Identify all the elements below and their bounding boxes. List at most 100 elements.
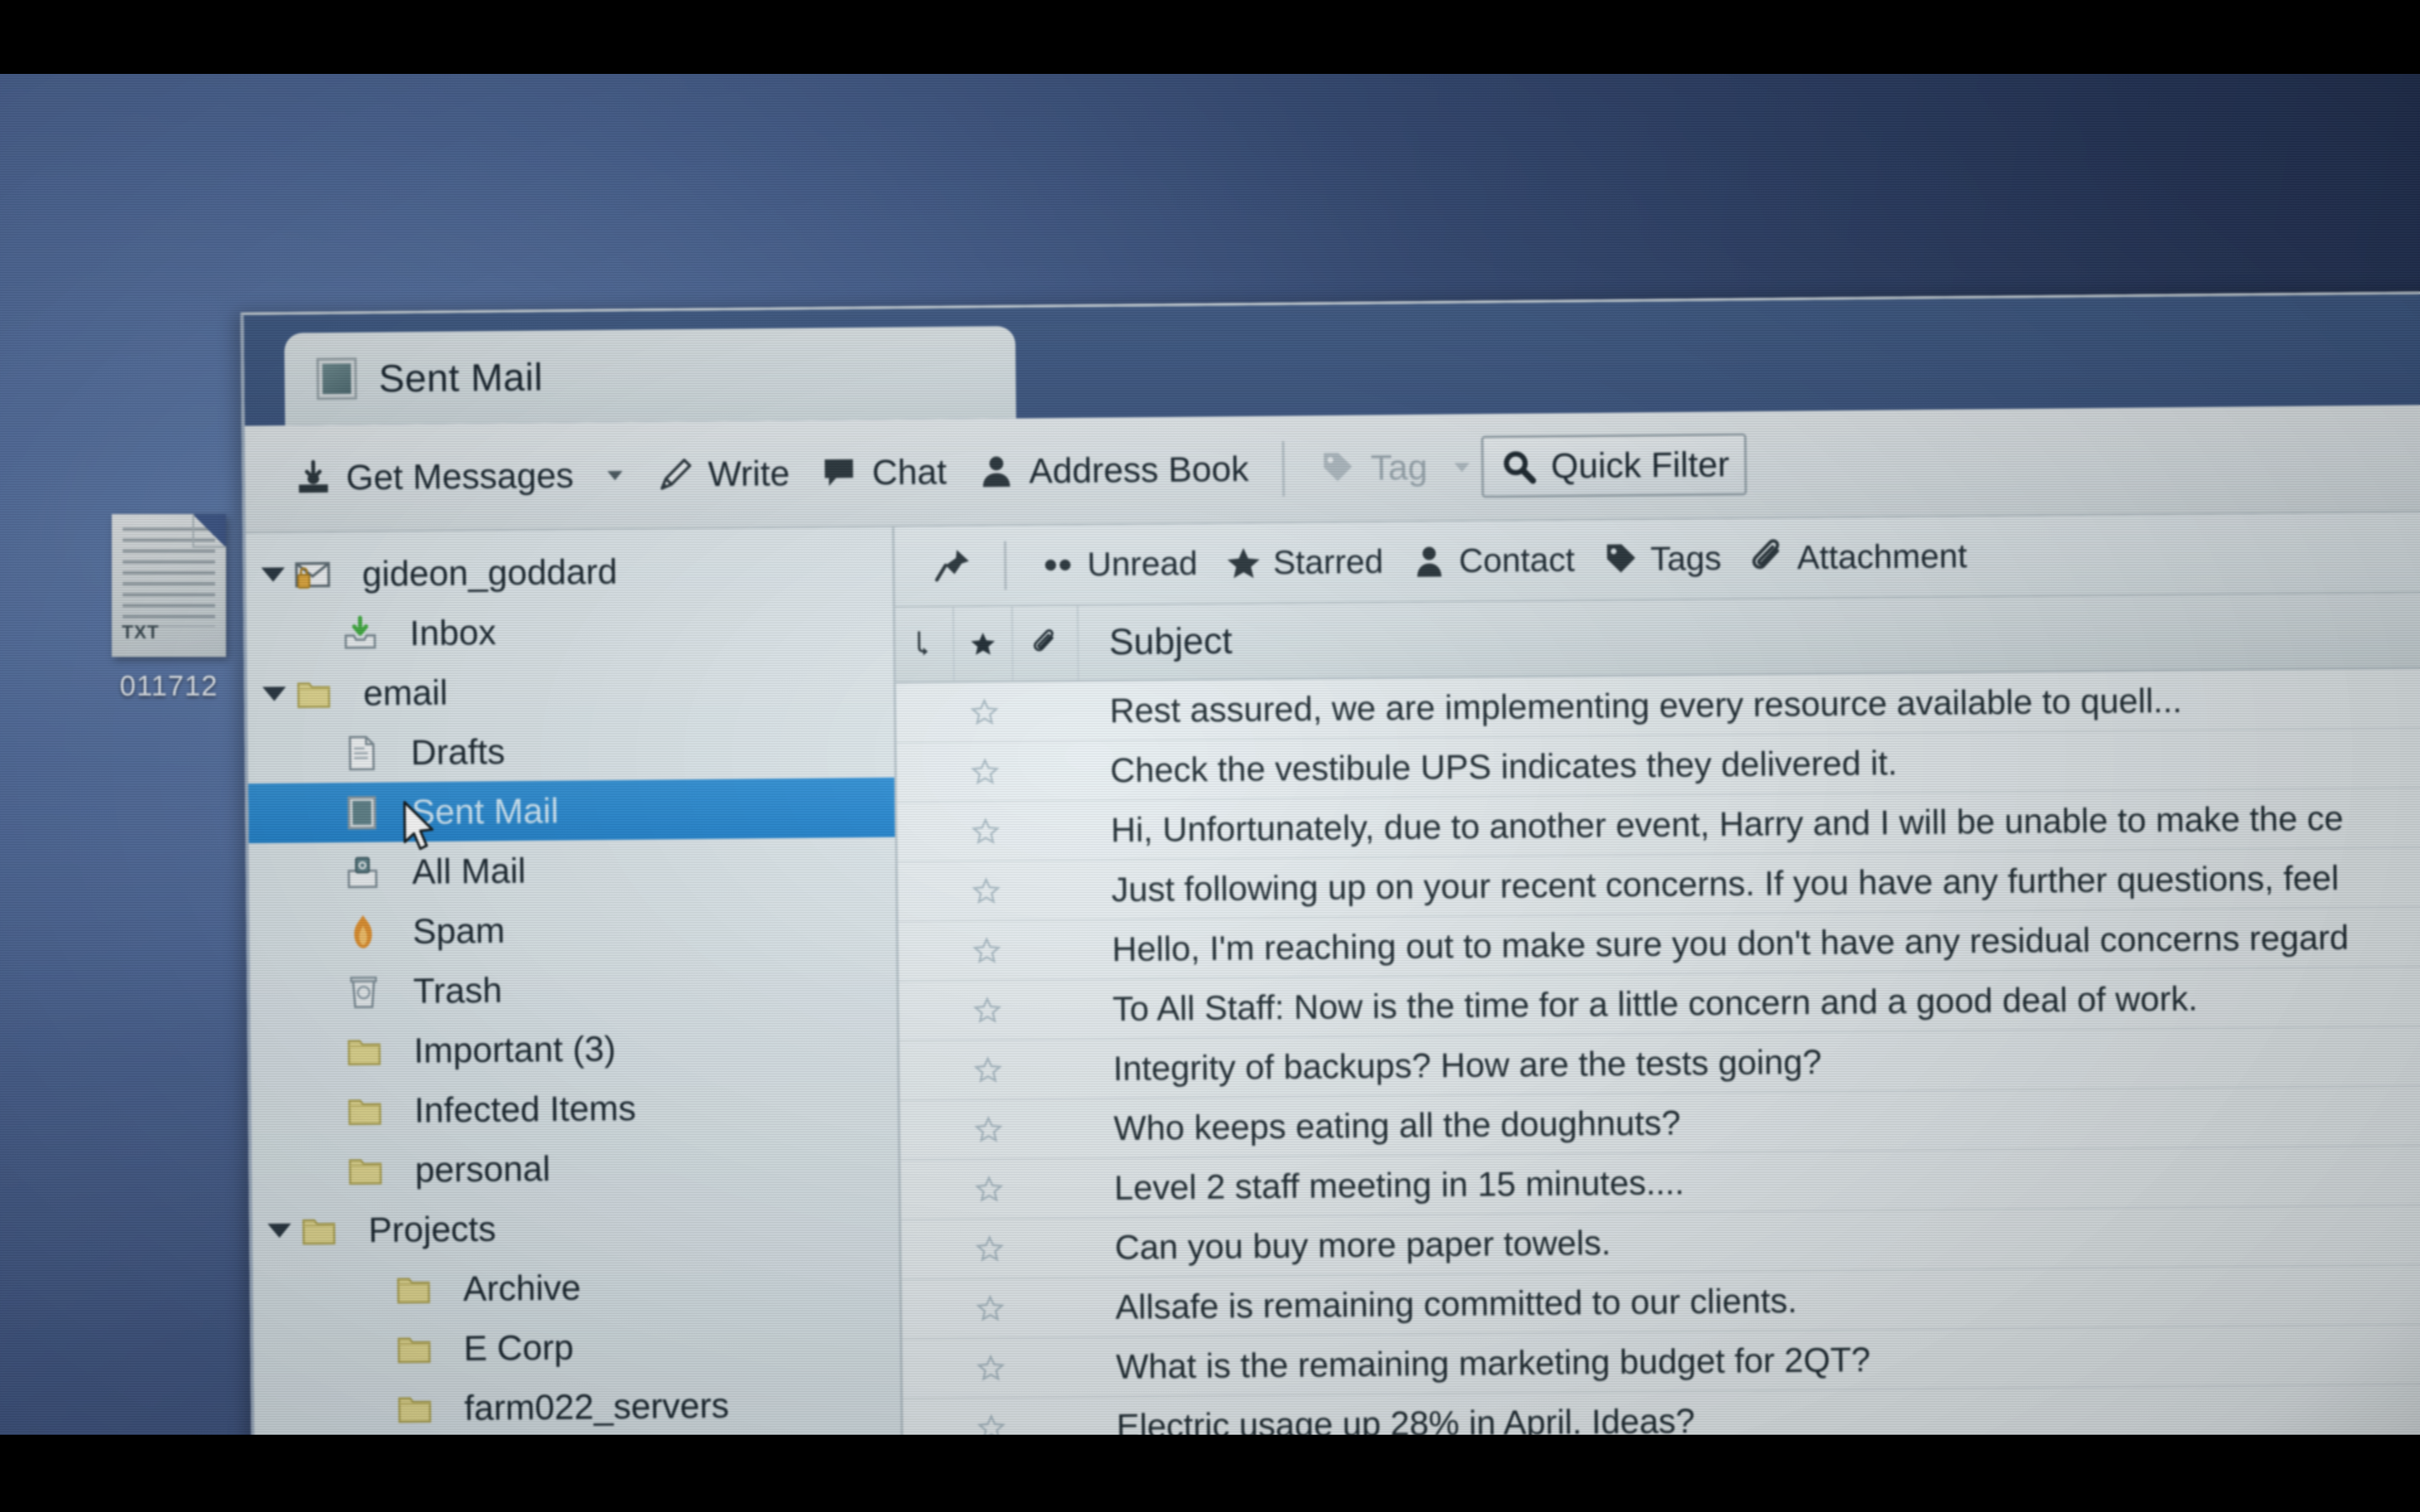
paperclip-icon [1752, 538, 1779, 570]
message-thread-cell [902, 1368, 961, 1369]
filter-tags[interactable]: Tags [1588, 534, 1735, 585]
message-attachment-cell [1018, 1188, 1084, 1189]
tag-button[interactable]: Tag [1303, 438, 1443, 497]
column-thread[interactable] [895, 606, 955, 682]
folder-label: gideon_goddard [361, 551, 618, 594]
folder-row-projects[interactable]: Projects [252, 1195, 899, 1261]
folder-label: E Corp [463, 1326, 574, 1368]
folder-label: Archive [462, 1267, 581, 1309]
folder-row-infected-items[interactable]: Infected Items [251, 1076, 898, 1142]
pin-filter-button[interactable] [920, 542, 986, 591]
twisty-expanded-icon[interactable] [260, 567, 286, 582]
quick-filter-divider [1003, 541, 1007, 591]
person-icon [982, 456, 1010, 487]
filter-unread[interactable]: Unread [1025, 539, 1212, 590]
twisty-placeholder [363, 1401, 387, 1415]
filter-attachment[interactable]: Attachment [1734, 532, 1981, 583]
folder-row-email[interactable]: email [247, 659, 894, 724]
twisty-expanded-icon[interactable] [262, 686, 287, 701]
message-star-toggle[interactable] [957, 936, 1016, 965]
message-star-toggle[interactable] [955, 757, 1014, 786]
folder-icon-wrap [395, 1329, 449, 1368]
folder-row-all-mail[interactable]: All Mail [249, 837, 896, 903]
message-attachment-cell [1020, 1367, 1086, 1368]
folder-row-important-3[interactable]: Important (3) [250, 1016, 897, 1082]
message-star-toggle[interactable] [960, 1174, 1018, 1204]
folder-icon-wrap [294, 674, 348, 713]
window-content: gideon_goddard Inbox email Drafts Sent Mail A… [245, 511, 2420, 1440]
folder-pane[interactable]: gideon_goddard Inbox email Drafts Sent Mail A… [245, 527, 904, 1440]
message-star-toggle[interactable] [955, 697, 1013, 727]
star-icon [974, 1116, 1003, 1142]
folder-row-archive[interactable]: Archive [253, 1255, 900, 1320]
folder-row-farm022-servers[interactable]: farm022_servers [254, 1374, 901, 1440]
twisty-expanded-icon[interactable] [267, 1223, 292, 1238]
filter-contact[interactable]: Contact [1397, 536, 1588, 586]
message-star-toggle[interactable] [956, 876, 1015, 906]
twisty-placeholder [311, 806, 334, 820]
message-thread-cell [900, 1130, 959, 1131]
column-attachment[interactable] [1013, 606, 1080, 681]
message-star-toggle[interactable] [960, 1294, 1019, 1323]
message-subject: What is the remaining marketing budget f… [1115, 1339, 1871, 1386]
address-book-label: Address Book [1028, 449, 1249, 491]
message-star-toggle[interactable] [960, 1234, 1019, 1263]
desktop-icon-011712[interactable]: TXT 011712 [72, 514, 266, 703]
filter-contact-label: Contact [1459, 541, 1576, 580]
twisty-placeholder [313, 1044, 336, 1058]
message-star-toggle[interactable] [959, 1115, 1018, 1144]
folder-label: Spam [412, 910, 506, 951]
message-subject: Just following up on your recent concern… [1111, 858, 2339, 909]
write-button[interactable]: Write [640, 445, 805, 504]
folder-row-sent-mail[interactable]: Sent Mail [248, 777, 896, 843]
folder-row-drafts[interactable]: Drafts [248, 718, 895, 784]
message-star-toggle[interactable] [958, 995, 1017, 1025]
filter-starred[interactable]: Starred [1211, 538, 1397, 588]
address-book-button[interactable]: Address Book [961, 440, 1264, 500]
screenshot-stage: TXT 011712 Sent Mail Get Messages Write … [0, 0, 2420, 1512]
pencil-icon [660, 459, 692, 491]
folder-row-inbox[interactable]: Inbox [246, 599, 893, 664]
chat-button[interactable]: Chat [805, 444, 962, 502]
folder-row-e-corp[interactable]: E Corp [254, 1315, 901, 1380]
chat-label: Chat [871, 451, 947, 492]
star-icon [973, 996, 1002, 1023]
folder-row-trash[interactable]: Trash [250, 957, 897, 1022]
sent-mail-folder-icon [347, 795, 376, 830]
twisty-placeholder [362, 1282, 386, 1296]
column-subject[interactable]: Subject [1078, 591, 2420, 680]
filter-unread-label: Unread [1086, 544, 1198, 583]
message-attachment-cell [1019, 1247, 1085, 1248]
message-attachment-cell [1014, 770, 1080, 771]
sent-mail-folder-icon [316, 357, 358, 401]
message-attachment-cell [1018, 1068, 1083, 1069]
quick-filter-button[interactable]: Quick Filter [1481, 433, 1748, 498]
message-star-toggle[interactable] [956, 816, 1015, 846]
tab-sent-mail[interactable]: Sent Mail [284, 326, 1017, 426]
tag-chevron-down-icon[interactable] [1454, 462, 1470, 472]
spam-flame-icon [354, 915, 372, 948]
folder-icon-wrap [345, 972, 398, 1011]
folder-label: farm022_servers [464, 1384, 729, 1428]
column-star[interactable] [954, 606, 1014, 681]
message-thread-cell [901, 1189, 960, 1190]
mail-client-window[interactable]: Sent Mail Get Messages Write Chat Addres… [240, 290, 2420, 1440]
message-star-toggle[interactable] [961, 1353, 1020, 1383]
folder-icon-wrap [299, 1210, 353, 1250]
get-messages-button[interactable]: Get Messages [279, 447, 589, 507]
magnifier-icon [1503, 451, 1537, 484]
message-list[interactable]: Rest assured, we are implementing every … [896, 667, 2420, 1440]
tag-label: Tag [1370, 447, 1428, 488]
tag-icon [1323, 453, 1353, 481]
folder-icon-wrap [395, 1389, 449, 1428]
folder-label: email [363, 672, 448, 713]
folder-row-personal[interactable]: personal [251, 1136, 898, 1201]
desktop[interactable]: TXT 011712 Sent Mail Get Messages Write … [0, 69, 2420, 1440]
star-icon [975, 1235, 1004, 1262]
doc-fold-edge [192, 514, 226, 548]
folder-row-spam[interactable]: Spam [250, 897, 897, 963]
folder-row-gideon-goddard[interactable]: gideon_goddard [246, 539, 893, 605]
text-file-icon: TXT [112, 514, 226, 657]
chevron-down-icon[interactable] [607, 470, 623, 480]
message-star-toggle[interactable] [959, 1055, 1018, 1084]
